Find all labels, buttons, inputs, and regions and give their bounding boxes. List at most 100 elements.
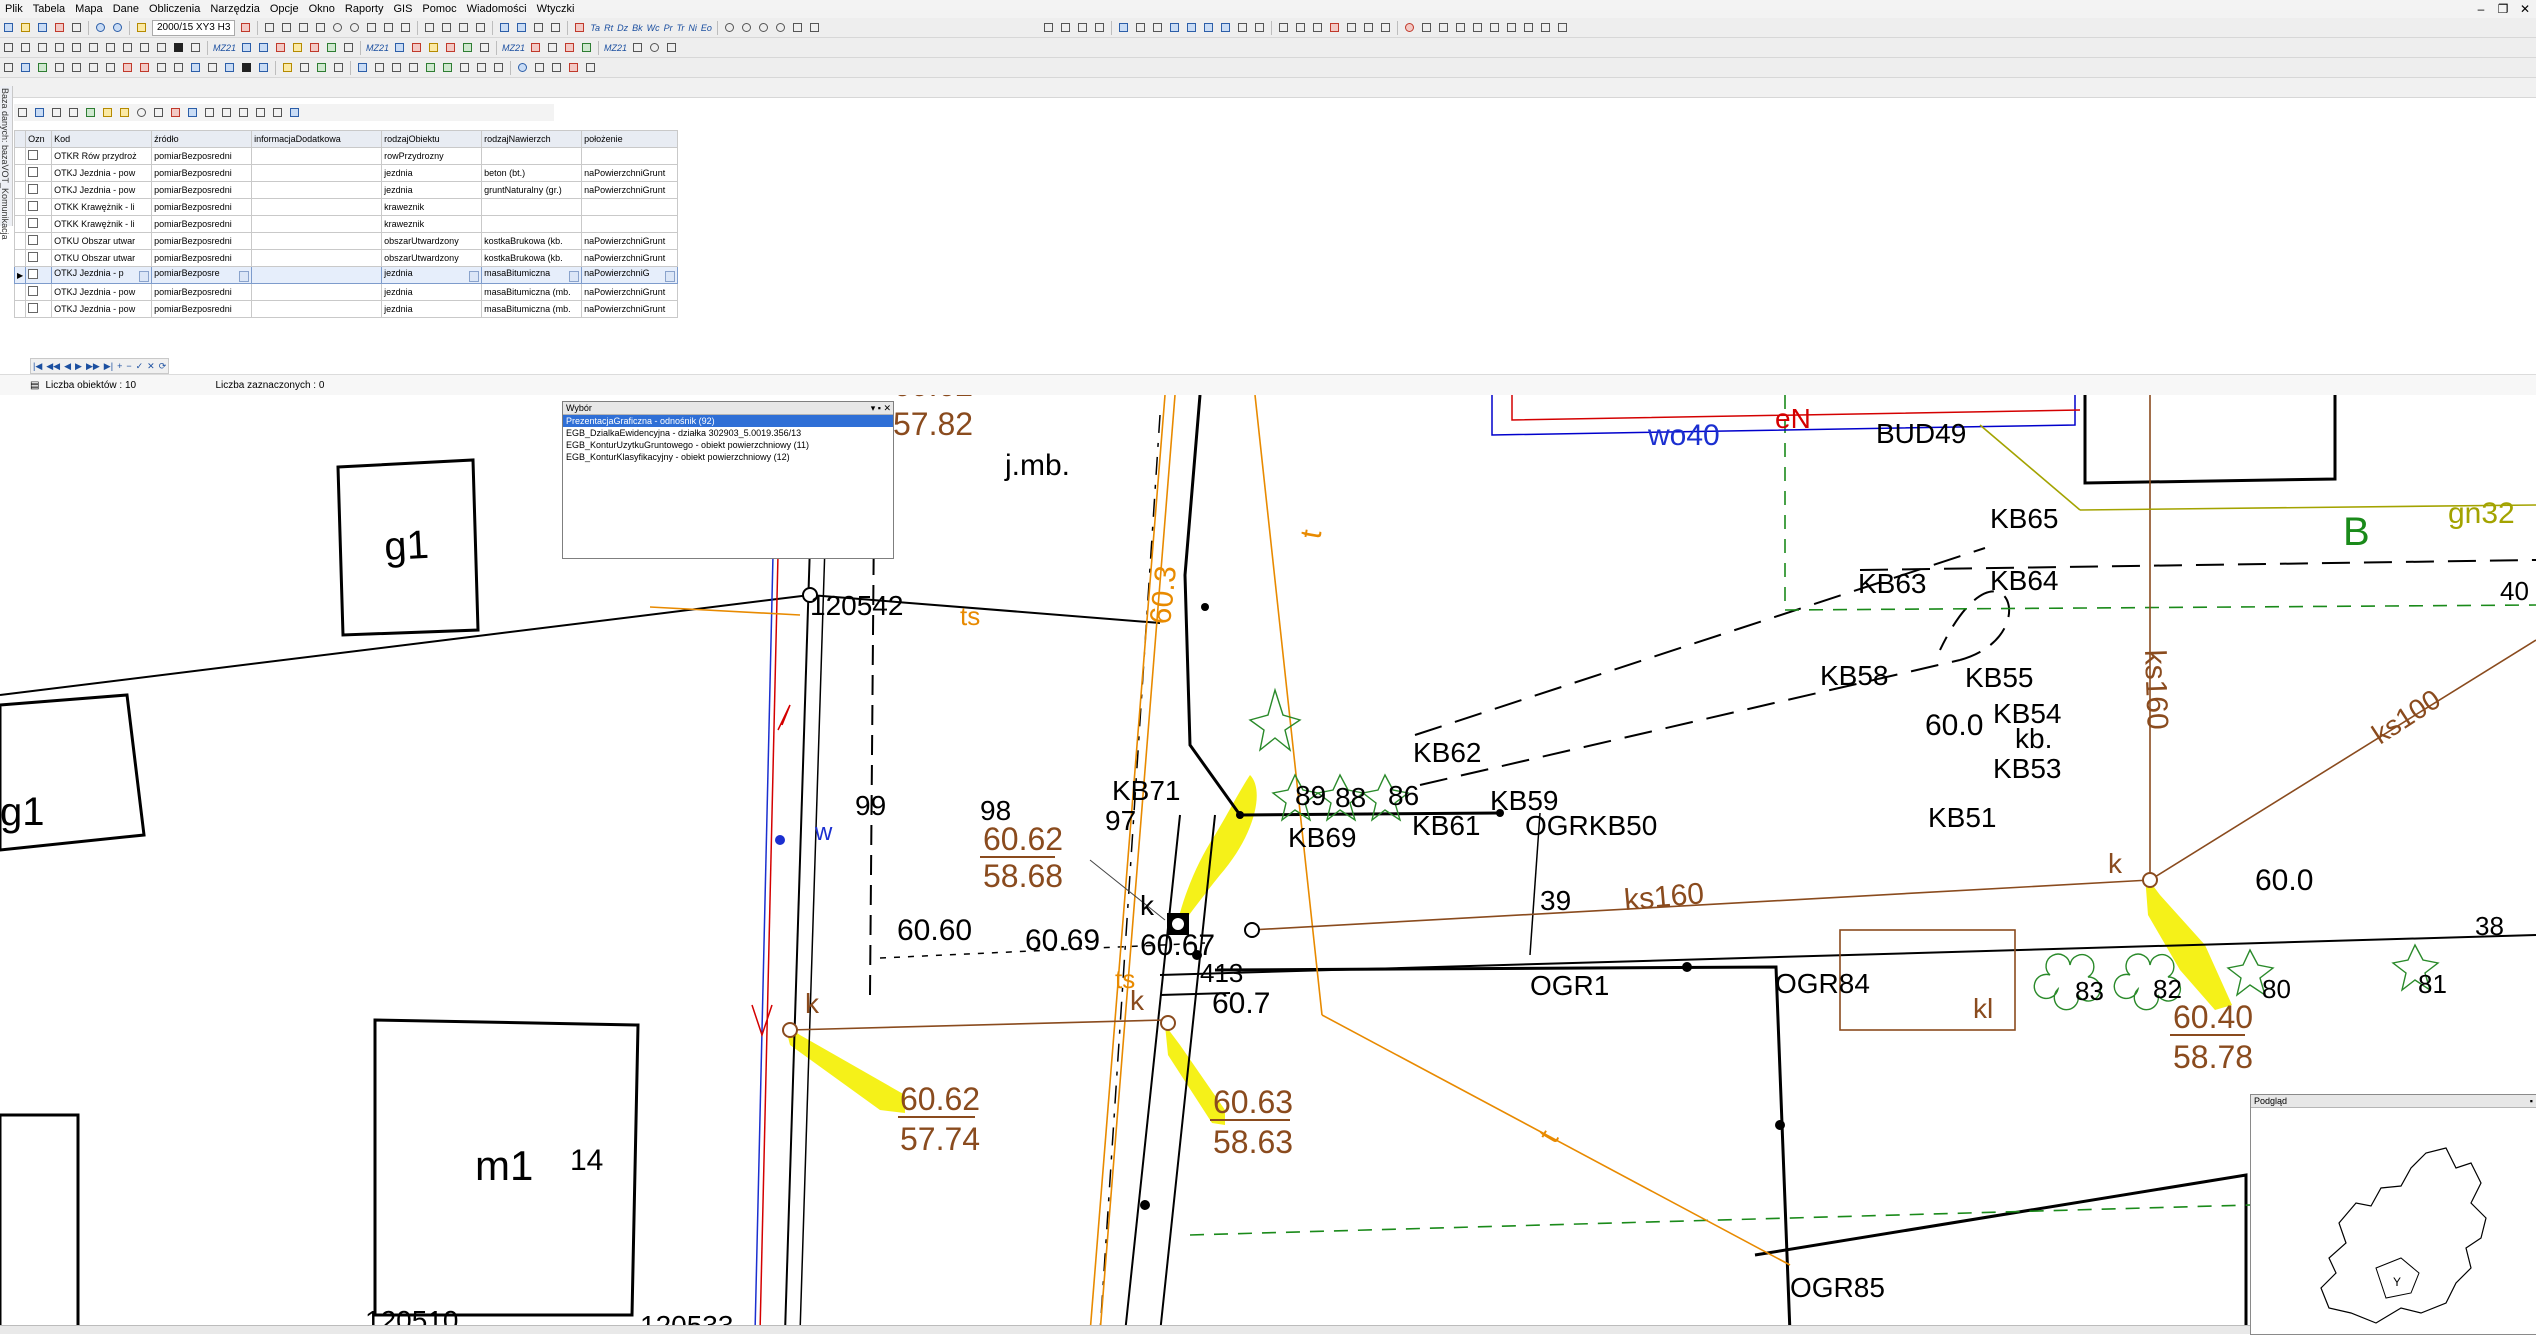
label-58-78[interactable]: 58.78 [2173,1039,2253,1075]
layer-ni-label[interactable]: Ni [686,23,699,33]
label-81[interactable]: 81 [2418,969,2447,999]
info-icon[interactable] [18,60,33,75]
label-ks160[interactable]: ks160 [1623,877,1706,917]
select-icon[interactable] [1041,20,1056,35]
cell-polozenie[interactable]: naPowierzchniGrunt [581,300,679,318]
mz-layer-icon-13[interactable] [477,40,492,55]
cell-rodzaj-obiektu[interactable]: kraweznik [381,198,483,216]
column-header-rodzaj-nawierzchni[interactable]: rodzajNawierzch [481,130,583,148]
cell-rodzaj-obiektu[interactable]: kraweznik [381,215,483,233]
cell-rodzaj-obiektu[interactable]: jezdnia [381,283,483,301]
label-kb62[interactable]: KB62 [1413,737,1482,768]
eraser-icon[interactable] [297,60,312,75]
mz-layer-icon-7[interactable] [341,40,356,55]
draw-spline-icon[interactable] [381,20,396,35]
tree-icon[interactable] [52,60,67,75]
cell-rodzaj-obiektu[interactable]: jezdnia [381,181,483,199]
menu-narzedzia[interactable]: Narzędzia [205,0,265,18]
label-kb69[interactable]: KB69 [1288,822,1357,853]
calc-icon[interactable] [1378,20,1393,35]
import-icon[interactable] [1361,20,1376,35]
label-40[interactable]: 40 [2500,576,2529,606]
menu-opcje[interactable]: Opcje [265,0,304,18]
snap-end-icon[interactable] [1,40,16,55]
snap-mid-icon[interactable] [18,40,33,55]
table-row[interactable]: OTKR Rów przydroż pomiarBezposredni rowPrz… [13,147,679,165]
pipe-icon[interactable] [222,60,237,75]
undo-icon[interactable] [93,20,108,35]
road-icon[interactable] [86,60,101,75]
grid-key-icon[interactable] [100,105,115,120]
cell-kod[interactable]: OTKK Krawężnik - li [51,198,153,216]
cell-rodzaj-obiektu[interactable]: jezdnia [381,300,483,318]
green-tool-icon[interactable] [314,60,329,75]
mz-layer-icon-15[interactable] [545,40,560,55]
cell-rodzaj-nawierzchni[interactable] [481,198,583,216]
label-ts-1[interactable]: ts [960,601,980,631]
nav-delete-icon[interactable]: − [124,361,133,371]
layer-dz-label[interactable]: Dz [615,23,630,33]
zoom-window-icon[interactable] [756,20,771,35]
cell-rodzaj-obiektu[interactable]: rowPrzydrozny [381,147,483,165]
layer-ta-label[interactable]: Ta [588,23,602,33]
tool-x-icon[interactable] [331,60,346,75]
nav-first-icon[interactable]: |◀ [31,361,44,372]
building-top-right[interactable] [2083,395,2337,485]
parcel-icon[interactable] [154,60,169,75]
preview-panel-pin-icon[interactable]: ▪ [2530,1095,2533,1107]
cell-rodzaj-obiektu[interactable]: jezdnia [381,164,483,182]
snap-node-icon[interactable] [120,40,135,55]
row-checkbox[interactable] [25,232,53,250]
layer-tr-label[interactable]: Tr [675,23,687,33]
checkbox[interactable] [28,303,39,313]
person-icon[interactable] [35,60,50,75]
line-tool-6-icon[interactable] [440,60,455,75]
line-tool-9-icon[interactable] [491,60,506,75]
label-w[interactable]: w [814,819,833,846]
zoom-out-icon[interactable] [739,20,754,35]
mz-layer-icon-3[interactable] [273,40,288,55]
manhole-k3[interactable] [2142,872,2158,888]
cell-rodzaj-obiektu[interactable]: obszarUtwardzony [381,249,483,267]
manhole-k1[interactable] [782,1022,798,1038]
settings-gear-icon[interactable] [1092,20,1107,35]
cell-polozenie[interactable]: naPowierzchniGrunt [581,232,679,250]
label-60-7[interactable]: 60.7 [1212,987,1270,1020]
cell-informacja[interactable] [251,198,383,216]
fence-icon[interactable] [103,60,118,75]
cell-rodzaj-nawierzchni[interactable]: masaBitumiczna (mb. [481,283,583,301]
row-checkbox[interactable] [25,300,53,318]
grid-xy-icon[interactable] [151,105,166,120]
menu-obliczenia[interactable]: Obliczenia [144,0,205,18]
cell-kod[interactable]: OTKJ Jezdnia - pow [51,164,153,182]
row-checkbox[interactable] [25,198,53,216]
map-canvas[interactable]: g1 g1 m1 14 j.mb. 120542 ts ts w 99 98 9… [0,395,2536,1333]
table-row[interactable]: OTKU Obszar utwar pomiarBezposredni obszar… [13,249,679,267]
cell-informacja[interactable] [251,266,383,284]
ni-label-icon[interactable] [137,60,152,75]
preview-map[interactable]: Y [2251,1108,2536,1334]
label-wo40[interactable]: wo40 [1647,419,1720,452]
checkbox[interactable] [28,235,39,245]
cell-zrodlo[interactable]: pomiarBezposredni [151,300,253,318]
table-row[interactable]: OTKJ Jezdnia - pow pomiarBezposredni jezdn… [13,283,679,301]
selection-panel-controls[interactable]: ▾ ▪ ✕ [871,402,891,414]
nav-refresh-icon[interactable]: ⟳ [157,361,169,372]
close-file-icon[interactable] [52,20,67,35]
label-ogrkb50[interactable]: OGRKB50 [1525,810,1657,841]
column-header-ozn[interactable]: Ozn [25,130,53,148]
attr6-icon[interactable] [1538,20,1553,35]
nav-next-page-icon[interactable]: ▶▶ [84,361,102,372]
building-icon[interactable] [69,60,84,75]
mz21-label-1[interactable]: MZ21 [211,43,238,53]
grid-sync-icon[interactable] [287,105,302,120]
line-tool-5-icon[interactable] [423,60,438,75]
draw-curve-icon[interactable] [364,20,379,35]
row-indicator[interactable] [13,283,27,301]
table-row[interactable]: OTKK Krawężnik - li pomiarBezposredni kraw… [13,198,679,216]
layer-icon[interactable] [238,20,253,35]
dropdown-arrow-icon[interactable] [239,271,250,282]
draw-circle-icon[interactable] [347,20,362,35]
menu-wiadomosci[interactable]: Wiadomości [462,0,532,18]
question-icon[interactable] [566,60,581,75]
